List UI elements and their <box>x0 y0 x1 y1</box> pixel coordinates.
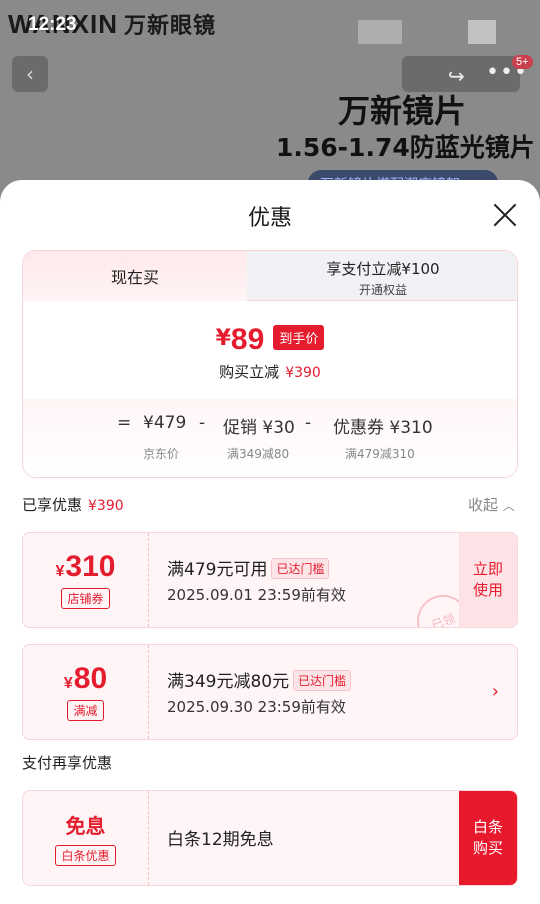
coupon-amount: ¥80 <box>63 661 108 695</box>
purchase-reduction: 购买立减 ¥390 <box>23 361 517 382</box>
tab-buy-now[interactable]: 现在买 <box>23 251 247 301</box>
baitiao-value: 免息 白条优惠 <box>23 791 149 885</box>
tab-pay-label: 享支付立减¥100 <box>326 260 440 278</box>
tab-buy-now-label: 现在买 <box>110 268 159 287</box>
pay-more-discount-title: 支付再享优惠 <box>22 754 113 772</box>
threshold-reached-badge: 已达门槛 <box>271 558 330 579</box>
notification-badge: 5+ <box>512 55 533 69</box>
price-card: 现在买 享支付立减¥100 开通权益 ¥89 到手价 购买立减 ¥390 = ¥4… <box>22 250 518 478</box>
lens-subtitle: 1.56-1.74防蓝光镜片 <box>276 133 535 162</box>
coupon-details: 满479元可用 已达门槛 2025.09.01 23:59前有效 <box>167 555 346 605</box>
final-price-amount: 89 <box>230 323 265 356</box>
promo-caption: 满349减80 <box>227 447 290 461</box>
close-icon[interactable] <box>490 200 520 230</box>
blurred-region <box>468 20 496 44</box>
baitiao-buy-label: 白条购买 <box>472 818 503 857</box>
coupon-type-badge: 店铺券 <box>61 587 110 609</box>
coupon-details: 满349元减80元 已达门槛 2025.09.30 23:59前有效 <box>167 667 352 717</box>
status-time: 12:23 <box>28 14 77 35</box>
use-now-button[interactable]: 立即使用 <box>459 533 517 627</box>
coupon-card-full-reduction[interactable]: ¥80 满减 满349元减80元 已达门槛 2025.09.30 23:59前有效… <box>22 644 518 740</box>
chevron-left-icon: ‹ <box>26 62 34 86</box>
collapse-label: 收起 <box>468 496 499 514</box>
price-breakdown: = ¥479 - 促销 ¥30 - 优惠券 ¥310 京东价 满349减80 满… <box>23 399 517 477</box>
blurred-region <box>358 20 402 44</box>
threshold-reached-badge: 已达门槛 <box>293 670 352 691</box>
reduction-label: 购买立减 <box>219 363 280 381</box>
jd-price: ¥479 <box>143 413 187 433</box>
baitiao-buy-button[interactable]: 白条购买 <box>459 791 517 885</box>
baitiao-desc: 白条12期免息 <box>167 830 274 850</box>
baitiao-title: 免息 <box>65 814 106 838</box>
coupon-amount: ¥310 <box>55 549 116 583</box>
coupon-condition: 满349元减80元 <box>167 672 290 692</box>
jd-price-caption: 京东价 <box>143 447 180 461</box>
coupon-card-store: ¥310 店铺券 满479元可用 已达门槛 2025.09.01 23:59前有效… <box>22 532 518 628</box>
chevron-right-icon[interactable]: › <box>492 681 499 702</box>
currency-symbol: ¥ <box>215 326 231 351</box>
background-product-page: WANXIN 万新眼镜 12:23 ‹ ↪ ••• 5+ 万新镜片 1.56-1.… <box>0 0 540 210</box>
coupon-value: ¥80 满减 <box>23 645 149 739</box>
final-price: ¥89 到手价 <box>23 323 517 357</box>
discount-sheet: 优惠 现在买 享支付立减¥100 开通权益 ¥89 到手价 购买立减 ¥390 =… <box>0 180 540 904</box>
sheet-title: 优惠 <box>247 206 292 231</box>
back-button[interactable]: ‹ <box>12 56 48 92</box>
minus-sign: - <box>199 413 206 433</box>
enjoyed-value: ¥390 <box>88 498 124 514</box>
coupon-type-badge: 满减 <box>67 699 104 721</box>
coupon-condition: 满479元可用 <box>167 560 268 580</box>
baitiao-tag: 白条优惠 <box>55 845 116 866</box>
enjoyed-discount: 已享优惠 ¥390 <box>22 494 124 515</box>
baitiao-card: 免息 白条优惠 白条12期免息 白条购买 <box>22 790 518 886</box>
use-now-label: 立即使用 <box>472 560 503 599</box>
tab-pay-discount[interactable]: 享支付立减¥100 开通权益 <box>247 251 517 301</box>
enjoyed-label: 已享优惠 <box>22 496 83 514</box>
coupon-value: ¥310 店铺券 <box>23 533 149 627</box>
baitiao-details: 白条12期免息 <box>167 825 274 850</box>
coupon-caption: 满479减310 <box>345 447 415 461</box>
lens-title: 万新镜片 <box>338 92 467 130</box>
share-icon[interactable]: ↪ <box>448 64 465 88</box>
coupon-expiry: 2025.09.30 23:59前有效 <box>167 698 346 716</box>
reduction-value: ¥390 <box>285 365 321 381</box>
coupon-expiry: 2025.09.01 23:59前有效 <box>167 586 346 604</box>
equals-sign: = <box>117 413 132 433</box>
chevron-up-icon: ︿ <box>502 499 515 513</box>
minus-sign: - <box>305 413 312 433</box>
tab-pay-sublabel: 开通权益 <box>358 283 407 297</box>
final-price-tag: 到手价 <box>273 325 325 350</box>
coupon-amount: 优惠券 ¥310 <box>333 418 433 438</box>
promo-amount: 促销 ¥30 <box>223 418 295 438</box>
collapse-button[interactable]: 收起 ︿ <box>468 494 515 515</box>
